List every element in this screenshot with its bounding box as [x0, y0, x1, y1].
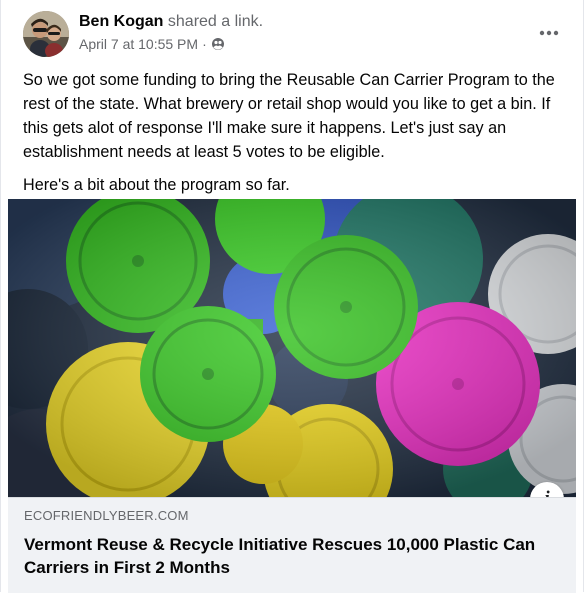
more-dots-icon	[539, 30, 559, 36]
author-name[interactable]: Ben Kogan	[79, 13, 163, 30]
separator: ·	[202, 36, 207, 52]
link-preview-footer[interactable]: ECOFRIENDLYBEER.COM Vermont Reuse & Recy…	[8, 497, 576, 593]
post-paragraph: So we got some funding to bring the Reus…	[23, 71, 555, 161]
facebook-post: Ben Kogan shared a link. April 7 at 10:5…	[0, 0, 584, 593]
timestamp[interactable]: April 7 at 10:55 PM	[79, 36, 198, 52]
friends-icon[interactable]	[211, 37, 225, 51]
link-preview-image[interactable]	[8, 199, 576, 497]
author-action: shared a link.	[167, 13, 264, 30]
post-paragraph: Here's a bit about the program so far.	[23, 176, 290, 194]
more-options-button[interactable]	[531, 19, 567, 47]
link-title[interactable]: Vermont Reuse & Recycle Initiative Rescu…	[24, 533, 560, 579]
can-carriers-photo	[8, 199, 576, 497]
post-header: Ben Kogan shared a link. April 7 at 10:5…	[23, 11, 561, 61]
post-body: So we got some funding to bring the Reus…	[23, 68, 565, 206]
link-preview-card[interactable]: i ECOFRIENDLYBEER.COM Vermont Reuse & Re…	[1, 199, 583, 593]
link-domain: ECOFRIENDLYBEER.COM	[24, 508, 189, 523]
author-line: Ben Kogan shared a link.	[79, 13, 263, 31]
avatar[interactable]	[23, 11, 69, 57]
post-meta: April 7 at 10:55 PM ·	[79, 36, 225, 52]
avatar-photo	[23, 11, 69, 57]
